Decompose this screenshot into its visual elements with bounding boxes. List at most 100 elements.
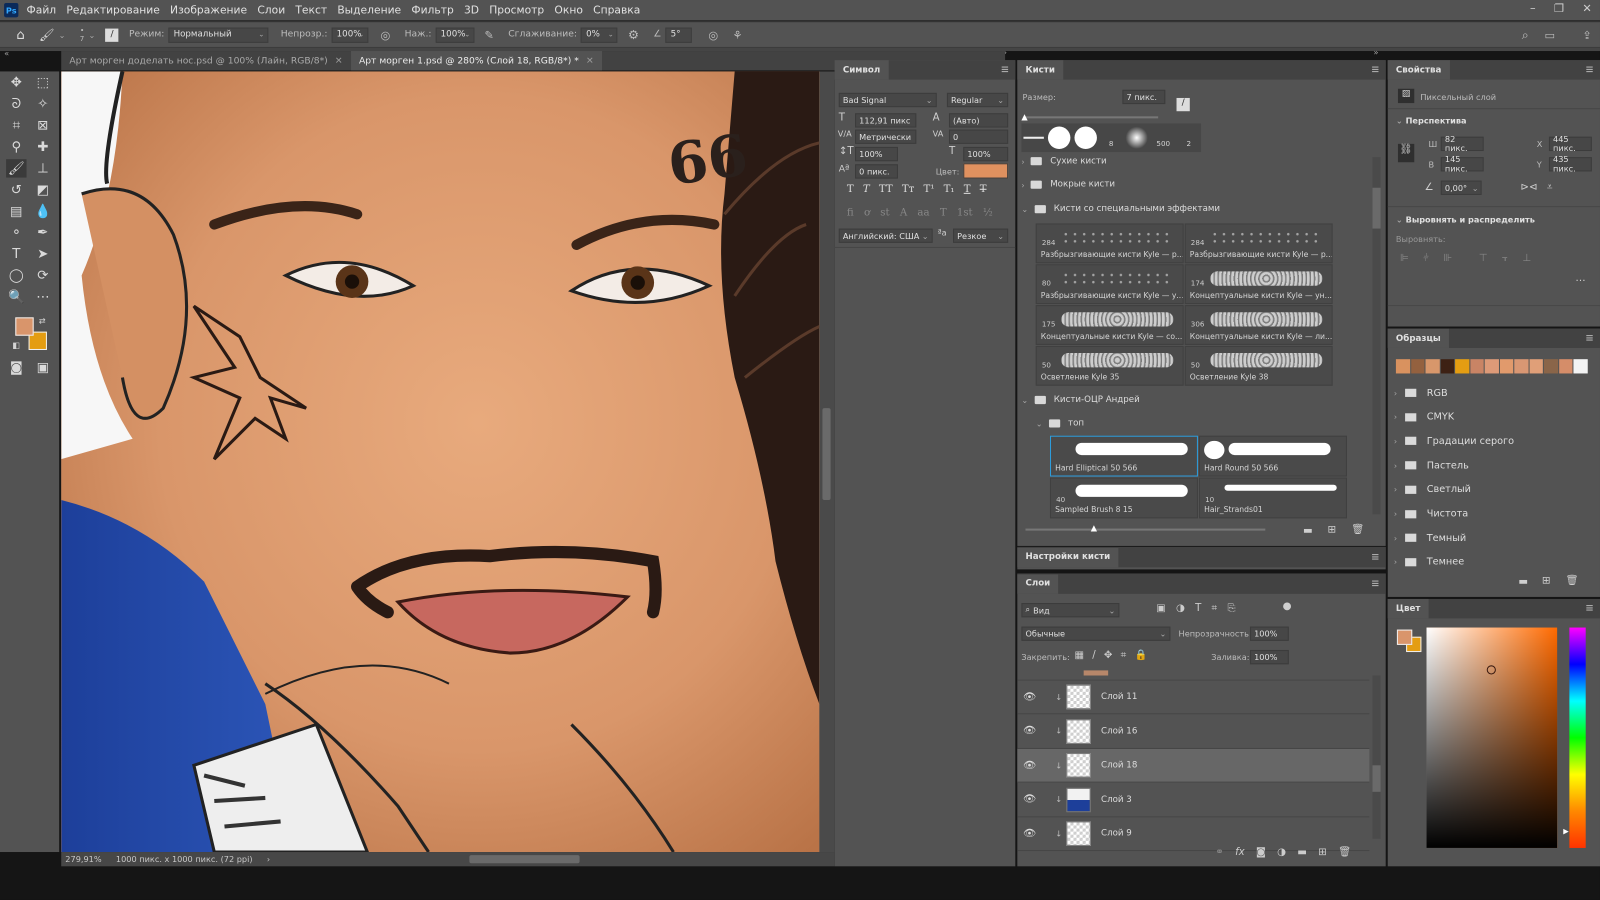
flip-vertical-icon[interactable]: ⩡	[1547, 182, 1553, 193]
zoom-tool-icon[interactable]: 🔍	[6, 288, 26, 306]
opacity-input[interactable]: 100% ⌄	[331, 27, 369, 43]
width-input[interactable]: 82 пикс.	[1440, 135, 1484, 153]
share-icon[interactable]: ⇪	[1582, 28, 1591, 41]
brush-preset[interactable]: Hard Elliptical 50 566	[1049, 435, 1198, 477]
gear-icon[interactable]: ⚙	[628, 28, 639, 42]
brush-size-picker[interactable]: • 7	[80, 27, 85, 43]
tab-color[interactable]: Цвет	[1387, 598, 1429, 619]
faux-italic-icon[interactable]: T	[863, 184, 870, 195]
mode-select[interactable]: Нормальный ⌄	[168, 27, 269, 43]
healing-brush-icon[interactable]: ✚	[33, 138, 53, 156]
faux-bold-icon[interactable]: T	[847, 184, 854, 195]
smoothing-input[interactable]: 0% ⌄	[581, 27, 618, 43]
default-colors-icon[interactable]: ◧	[12, 341, 20, 350]
language-select[interactable]: Английский: США ⌄	[838, 228, 933, 243]
layer-name[interactable]: Слой 18	[1101, 760, 1137, 770]
type-tool-icon[interactable]: T	[6, 245, 26, 263]
path-select-icon[interactable]: ➤	[33, 245, 53, 263]
swatch-group[interactable]: › CMYK	[1394, 406, 1454, 428]
delete-layer-icon[interactable]: 🗑	[1338, 847, 1351, 858]
layer-row[interactable]: 👁 ↓ Слой 11	[1017, 681, 1370, 715]
brush-folder[interactable]: ⌄ Кисти-ОЦР Андрей	[1021, 389, 1368, 411]
adjustment-layer-icon[interactable]: ◑	[1277, 847, 1286, 858]
antialias-select[interactable]: Резкое ⌄	[953, 228, 1009, 243]
lock-pixels-icon[interactable]: /	[1092, 650, 1095, 661]
screen-mode-icon[interactable]: ▣	[33, 358, 53, 376]
color-swatch[interactable]	[1499, 359, 1514, 374]
swatch-group[interactable]: › Пастель	[1394, 454, 1469, 476]
new-layer-icon[interactable]: ⊞	[1318, 847, 1327, 858]
brush-size-input[interactable]: 7 пикс.	[1122, 89, 1166, 105]
blend-mode-select[interactable]: Обычные ⌄	[1021, 626, 1171, 641]
align-section[interactable]: ⌄ Выровнять и распределить	[1396, 215, 1535, 224]
lock-all-icon[interactable]: 🔒	[1135, 650, 1148, 661]
align-bottom-icon[interactable]: ⊥	[1522, 253, 1531, 264]
move-tool-icon[interactable]: ✥	[6, 73, 26, 91]
delete-swatch-icon[interactable]: 🗑	[1565, 576, 1578, 587]
menu-3d[interactable]: 3D	[464, 4, 479, 16]
link-layers-icon[interactable]: ⚭	[1215, 847, 1224, 858]
brush-preset[interactable]: 80 Разбрызгивающие кисти Kyle — у...	[1035, 264, 1184, 305]
brush-preset[interactable]: Hard Round 50 566	[1198, 435, 1347, 477]
flip-horizontal-icon[interactable]: ⊳⊲	[1520, 182, 1537, 193]
workspace-icon[interactable]: ▭	[1544, 28, 1555, 41]
brush-preset[interactable]: 50 Осветление Kyle 35	[1035, 345, 1184, 386]
layer-row[interactable]: 👁 ↓ Слой 3	[1017, 783, 1370, 817]
brush-tool-icon[interactable]: 🖌	[6, 159, 27, 178]
filter-type-icon[interactable]: T	[1195, 603, 1201, 614]
color-swatch[interactable]	[1558, 359, 1573, 374]
restore-icon[interactable]: ❐	[1554, 2, 1564, 15]
delete-icon[interactable]: 🗑	[1351, 524, 1364, 535]
tab-swatches[interactable]: Образцы	[1387, 328, 1449, 348]
layers-scrollbar[interactable]	[1372, 675, 1381, 839]
rotate-view-icon[interactable]: ⟳	[33, 266, 53, 284]
layer-name[interactable]: Слой 3	[1101, 794, 1132, 804]
visibility-eye-icon[interactable]: 👁	[1017, 828, 1041, 839]
more-tools-icon[interactable]: ⋯	[33, 288, 53, 306]
menu-select[interactable]: Выделение	[337, 4, 401, 16]
brush-preview-icon[interactable]: /	[1176, 97, 1190, 112]
tab-document-2[interactable]: Арт морген 1.psd @ 280% (Слой 18, RGB/8*…	[350, 51, 602, 71]
home-icon[interactable]: ⌂	[16, 27, 24, 42]
close-window-icon[interactable]: ✕	[1582, 2, 1591, 15]
color-swatch[interactable]	[1440, 359, 1455, 374]
menu-view[interactable]: Просмотр	[489, 4, 544, 16]
layer-row[interactable]: 👁 ↓ Слой 16	[1017, 715, 1370, 749]
menu-edit[interactable]: Редактирование	[66, 4, 160, 16]
baseline-shift-input[interactable]: 0 пикс.	[855, 164, 898, 179]
visibility-eye-icon[interactable]: 👁	[1017, 760, 1041, 771]
tab-brushes[interactable]: Кисти	[1017, 60, 1064, 80]
collapse-toolbar-icon[interactable]: «	[4, 49, 9, 58]
close-tab-icon[interactable]: ✕	[335, 56, 343, 66]
font-style-select[interactable]: Regular ⌄	[946, 92, 1009, 108]
filter-pixel-icon[interactable]: ▣	[1156, 603, 1166, 614]
brush-preset[interactable]: 306 Концептуальные кисти Kyle — ли...	[1184, 305, 1333, 345]
stylistic-icon[interactable]: A	[900, 207, 907, 218]
saturation-brightness-field[interactable]	[1426, 627, 1558, 848]
menu-window[interactable]: Окно	[554, 4, 582, 16]
quick-mask-icon[interactable]: ◙	[6, 358, 26, 376]
shape-tool-icon[interactable]: ◯	[6, 266, 26, 284]
y-input[interactable]: 435 пикс.	[1548, 155, 1592, 173]
titling-icon[interactable]: aa	[917, 207, 929, 218]
marquee-tool-icon[interactable]: ⬚	[33, 73, 53, 91]
ligatures-icon[interactable]: fi	[847, 207, 854, 218]
tab-brush-settings[interactable]: Настройки кисти	[1017, 547, 1119, 567]
recent-brush[interactable]	[1021, 123, 1045, 152]
status-arrow-icon[interactable]: ›	[267, 855, 270, 864]
small-caps-icon[interactable]: Tт	[902, 184, 914, 195]
color-swatch[interactable]	[1543, 359, 1558, 374]
tab-character[interactable]: Символ	[834, 60, 889, 80]
kerning-input[interactable]: Метрически	[855, 129, 917, 144]
color-swatch[interactable]	[1514, 359, 1529, 374]
panel-menu-icon[interactable]: ≡	[1371, 552, 1380, 563]
align-left-icon[interactable]: ⊫	[1400, 253, 1409, 264]
panel-menu-icon[interactable]: ≡	[1585, 603, 1594, 614]
color-picker-cursor[interactable]	[1486, 665, 1496, 675]
eyedropper-icon[interactable]: ⚲	[6, 138, 26, 156]
search-icon[interactable]: ⌕	[1522, 27, 1529, 42]
foreground-color-swatch[interactable]	[1396, 629, 1413, 645]
all-caps-icon[interactable]: TT	[879, 184, 893, 195]
foreground-color-swatch[interactable]	[15, 317, 34, 336]
ordinals-icon[interactable]: 1st	[957, 207, 973, 218]
